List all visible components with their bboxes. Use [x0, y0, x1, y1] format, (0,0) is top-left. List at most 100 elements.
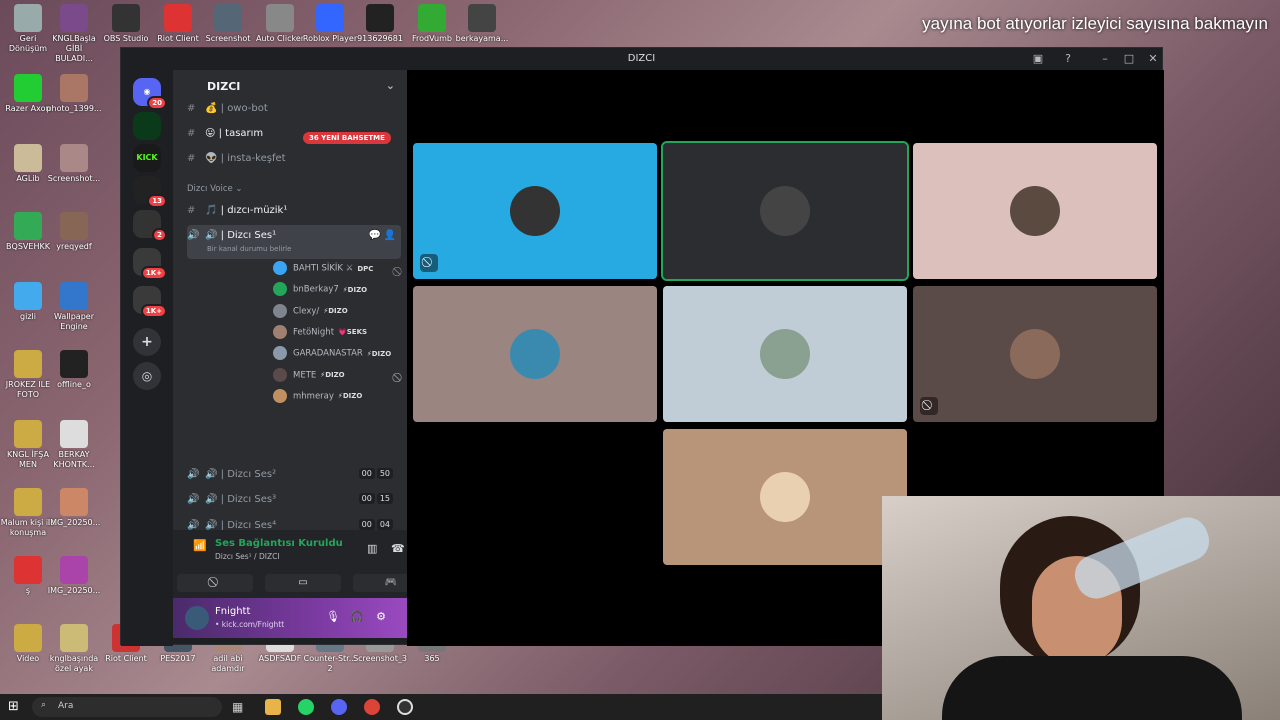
- participant-tile[interactable]: [663, 429, 907, 565]
- obs-taskbar-icon[interactable]: [397, 699, 413, 715]
- explore-icon[interactable]: ◎: [133, 362, 161, 390]
- discord-taskbar-icon[interactable]: [331, 699, 347, 715]
- desktop-icon[interactable]: Auto Clicker: [252, 4, 308, 44]
- chevron-down-icon[interactable]: ⌄: [386, 79, 395, 92]
- avatar[interactable]: [185, 606, 209, 630]
- participant-tile[interactable]: [661, 141, 909, 281]
- task-view-icon[interactable]: ▦: [232, 699, 248, 715]
- desktop-icon[interactable]: Riot Client: [150, 4, 206, 44]
- avatar: [510, 186, 560, 236]
- voice-user[interactable]: METE ⚡DIZO: [273, 367, 345, 382]
- desktop-icon[interactable]: Screenshot...: [46, 144, 102, 184]
- microphone-icon[interactable]: 🎙: [325, 610, 341, 623]
- hash-icon: #: [187, 128, 196, 139]
- channel-owo-bot[interactable]: # 💰 | owo-bot: [187, 98, 401, 120]
- signal-icon[interactable]: 📶: [193, 539, 207, 552]
- desktop-icon[interactable]: IMG_20250...: [46, 556, 102, 596]
- server-badge: 2: [152, 228, 167, 242]
- file-explorer-icon[interactable]: [265, 699, 281, 715]
- voice-user[interactable]: FetöNight 💗SEKS: [273, 324, 367, 339]
- desktop-icon[interactable]: offline_o: [46, 350, 102, 390]
- user-count: 00: [358, 518, 375, 530]
- add-server-icon[interactable]: +: [133, 328, 161, 356]
- desktop-icon[interactable]: OBS Studio: [98, 4, 154, 44]
- direct-messages-button[interactable]: ◉ 20: [133, 78, 167, 110]
- app-icon: [14, 488, 42, 516]
- voice-status-sub[interactable]: Dizcı Ses¹ / DIZCI: [215, 552, 280, 561]
- user-limit: 00 04: [357, 518, 393, 530]
- server-icon-3[interactable]: 13: [133, 176, 167, 208]
- user-limit: 00 50: [357, 468, 393, 479]
- desktop-icon[interactable]: Roblox Player: [302, 4, 358, 44]
- voice-channel-dizci-ses-1[interactable]: 🔊 🔊 | Dizcı Ses¹ Bir kanal durumu belirle…: [187, 225, 401, 259]
- app-icon: [60, 556, 88, 584]
- participant-tile[interactable]: [663, 286, 907, 422]
- server-icon-kick[interactable]: KICK: [133, 144, 161, 172]
- desktop-icon-label: KNGLBaşla GİBİ BULADI...: [52, 34, 96, 63]
- participant-tile[interactable]: [913, 143, 1157, 279]
- headphones-icon[interactable]: 🎧: [349, 610, 365, 623]
- muted-icon: ⃠: [420, 254, 438, 272]
- desktop-icon[interactable]: yreqyedf: [46, 212, 102, 252]
- noise-suppression-icon[interactable]: ▥: [367, 542, 377, 555]
- participant-tile[interactable]: ⃠: [413, 143, 657, 279]
- disconnect-icon[interactable]: ☎: [391, 542, 405, 555]
- voice-status-title: Ses Bağlantısı Kuruldu: [215, 538, 343, 549]
- channel-status[interactable]: Bir kanal durumu belirle: [187, 245, 401, 253]
- voice-user[interactable]: Clexy/⚡DIZO: [273, 303, 348, 318]
- voice-channel[interactable]: 🔊 🔊 | Dizcı Ses⁴ 00 04: [187, 515, 401, 530]
- voice-user[interactable]: GARADANASTAR ⚡DIZO: [273, 346, 391, 361]
- app-icon: [14, 144, 42, 172]
- desktop-icon-label: FrodVumb: [412, 34, 452, 43]
- taskbar-search[interactable]: ⌕ Ara: [32, 697, 222, 717]
- desktop-icon[interactable]: 913629681: [352, 4, 408, 44]
- server-header[interactable]: DIZCI ⌄: [173, 70, 407, 100]
- server-icon-4[interactable]: 2: [133, 210, 167, 242]
- add-member-icon[interactable]: 👤: [384, 230, 396, 241]
- camera-off-button[interactable]: ⃠: [177, 574, 253, 592]
- minimize-button[interactable]: –: [1098, 52, 1112, 66]
- dm-badge: 20: [147, 96, 167, 110]
- window-title: DIZCI: [627, 53, 656, 64]
- desktop-icon[interactable]: knglbaşında özel ayak: [46, 624, 102, 674]
- channel-insta-kesfet[interactable]: # 👽 | insta-keşfet: [187, 148, 401, 170]
- participant-tile[interactable]: ⃠: [913, 286, 1157, 422]
- server-folder-1[interactable]: 1K+: [133, 248, 167, 280]
- channel-dizci-muzik[interactable]: # 🎵 | dızcı-müzik¹: [187, 200, 401, 222]
- voice-user[interactable]: BAHTI SİKİK ⚔ DPC: [273, 261, 373, 275]
- app-icon: [316, 4, 344, 32]
- category-dizci-voice[interactable]: Dizcı Voice ⌄: [187, 184, 243, 194]
- help-icon[interactable]: ?: [1061, 52, 1075, 66]
- voice-channel[interactable]: 🔊 🔊 | Dizcı Ses³ 00 15: [187, 489, 401, 511]
- voice-user-tag: ⚡DIZO: [337, 392, 363, 401]
- chrome-icon[interactable]: [364, 699, 380, 715]
- inbox-icon[interactable]: ▣: [1031, 52, 1045, 66]
- screen-share-button[interactable]: ▭: [265, 574, 341, 592]
- windows-start-icon[interactable]: ⊞: [8, 699, 24, 715]
- server-icon-1[interactable]: [133, 112, 161, 140]
- close-button[interactable]: ✕: [1146, 52, 1160, 66]
- voice-user-tag: ⚡DIZO: [320, 371, 345, 379]
- avatar: [1010, 329, 1060, 379]
- desktop-icon[interactable]: Screenshot: [200, 4, 256, 44]
- desktop-icon[interactable]: photo_1399...: [46, 74, 102, 114]
- channel-label: tasarım: [225, 128, 264, 139]
- maximize-button[interactable]: □: [1122, 52, 1136, 66]
- desktop-icon[interactable]: berkayama...: [454, 4, 510, 44]
- participant-tile[interactable]: [413, 286, 657, 422]
- server-folder-2[interactable]: 1K+: [133, 286, 167, 318]
- desktop-icon[interactable]: FrodVumb: [404, 4, 460, 44]
- speaker-icon: 🔊: [187, 230, 200, 241]
- desktop-icon[interactable]: IMG_20250...: [46, 488, 102, 528]
- voice-user[interactable]: bnBerkay7 ⚡DIZO: [273, 282, 367, 297]
- desktop-icon[interactable]: Wallpaper Engine: [46, 282, 102, 332]
- voice-channel[interactable]: 🔊 🔊 | Dizcı Ses² 00 50: [187, 464, 401, 486]
- voice-user[interactable]: mhmeray ⚡DIZO: [273, 388, 363, 403]
- chat-icon[interactable]: 💬: [369, 230, 381, 241]
- desktop-icon[interactable]: BERKAY KHONTK...: [46, 420, 102, 470]
- avatar: [1010, 186, 1060, 236]
- whatsapp-icon[interactable]: [298, 699, 314, 715]
- desktop-icon[interactable]: KNGLBaşla GİBİ BULADI...: [46, 4, 102, 64]
- gear-icon[interactable]: ⚙: [373, 610, 389, 623]
- channel-tasarim[interactable]: # 😛 | tasarım: [187, 123, 401, 145]
